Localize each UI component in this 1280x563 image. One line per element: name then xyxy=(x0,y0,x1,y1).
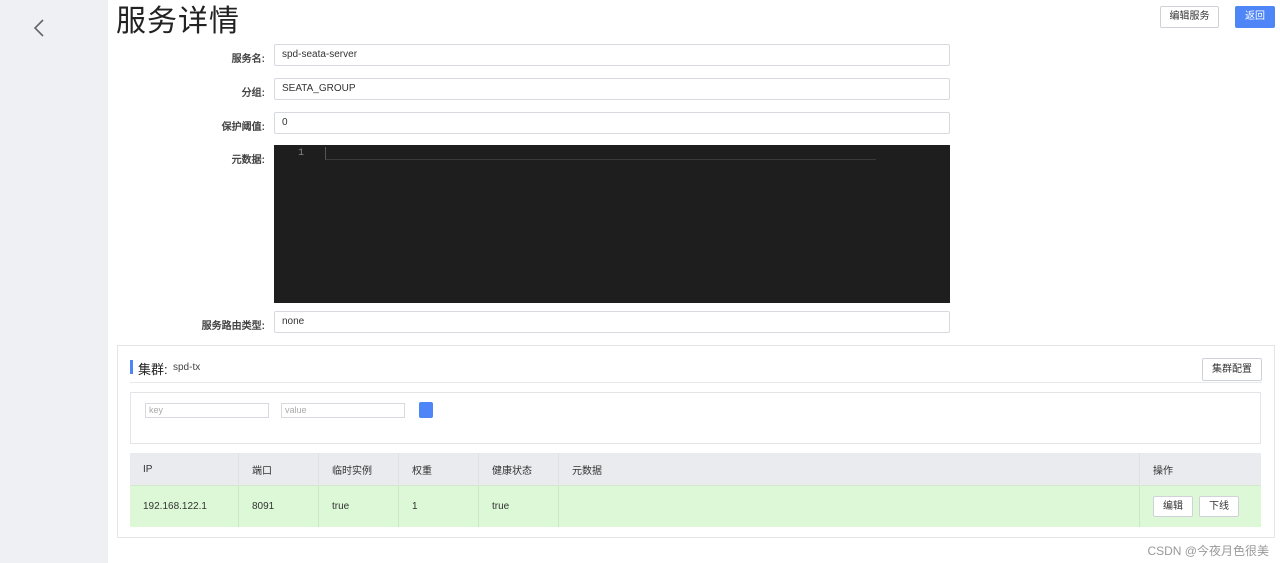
divider xyxy=(130,382,1262,383)
edit-instance-button[interactable]: 编辑 xyxy=(1153,496,1193,517)
instance-filter: key value xyxy=(130,392,1261,444)
cell-weight: 1 xyxy=(398,485,479,527)
cluster-name: spd-tx xyxy=(173,362,201,373)
cluster-config-button[interactable]: 集群配置 xyxy=(1202,358,1262,381)
cell-ephemeral: true xyxy=(318,485,399,527)
sidebar xyxy=(0,0,108,563)
value-filter-input[interactable]: value xyxy=(281,403,405,418)
cell-healthy: true xyxy=(478,485,559,527)
filter-button[interactable] xyxy=(419,402,433,418)
column-header-ephemeral: 临时实例 xyxy=(318,453,399,486)
table-header-row: IP 端口 临时实例 权重 健康状态 元数据 操作 xyxy=(130,453,1261,486)
column-header-healthy: 健康状态 xyxy=(478,453,559,486)
route-type-label: 服务路由类型: xyxy=(201,321,265,332)
cluster-card: 集群: spd-tx 集群配置 key value IP 端口 临时实例 权重 … xyxy=(117,345,1275,538)
page-title: 服务详情 xyxy=(116,5,240,38)
route-type-field[interactable]: none xyxy=(274,311,950,333)
edit-service-button[interactable]: 编辑服务 xyxy=(1160,6,1219,28)
back-button[interactable]: 返回 xyxy=(1235,6,1275,28)
group-label: 分组: xyxy=(241,88,265,99)
back-arrow-icon[interactable] xyxy=(30,16,50,40)
cluster-title: 集群: xyxy=(138,362,168,377)
service-name-field[interactable]: spd-seata-server xyxy=(274,44,950,66)
line-number: 1 xyxy=(298,148,305,159)
editor-current-line xyxy=(325,147,876,160)
cluster-accent-bar xyxy=(130,360,133,374)
metadata-label: 元数据: xyxy=(231,155,265,166)
column-header-ip: IP xyxy=(130,453,239,486)
cell-port: 8091 xyxy=(238,485,319,527)
protect-threshold-field[interactable]: 0 xyxy=(274,112,950,134)
service-name-label: 服务名: xyxy=(231,54,265,65)
instance-table: IP 端口 临时实例 权重 健康状态 元数据 操作 192.168.122.1 … xyxy=(130,453,1261,527)
protect-threshold-label: 保护阈值: xyxy=(221,122,265,133)
group-field[interactable]: SEATA_GROUP xyxy=(274,78,950,100)
metadata-editor[interactable]: 1 xyxy=(274,145,950,303)
column-header-weight: 权重 xyxy=(398,453,479,486)
table-row: 192.168.122.1 8091 true 1 true 编辑 下线 xyxy=(130,485,1261,527)
watermark: CSDN @今夜月色很美 xyxy=(1147,544,1269,558)
column-header-metadata: 元数据 xyxy=(558,453,1140,486)
cell-ip: 192.168.122.1 xyxy=(130,485,239,527)
column-header-actions: 操作 xyxy=(1139,453,1261,486)
key-filter-input[interactable]: key xyxy=(145,403,269,418)
cell-metadata xyxy=(558,485,1140,527)
column-header-port: 端口 xyxy=(238,453,319,486)
cell-actions: 编辑 下线 xyxy=(1139,485,1261,527)
offline-instance-button[interactable]: 下线 xyxy=(1199,496,1239,517)
